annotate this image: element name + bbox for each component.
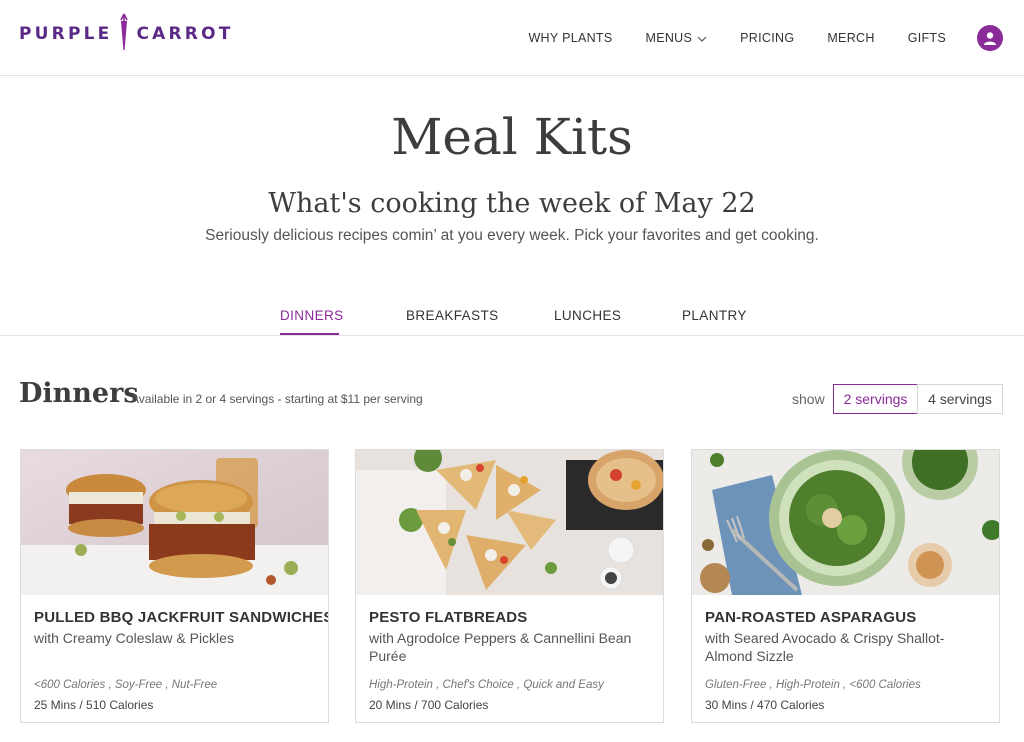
recipe-card[interactable]: PULLED BBQ JACKFRUIT SANDWICHES with Cre… [20, 449, 329, 723]
hero-description: Seriously delicious recipes comin’ at yo… [205, 227, 819, 244]
recipe-title[interactable]: PAN-ROASTED ASPARAGUS [705, 609, 916, 626]
nav-menus[interactable]: MENUS [646, 31, 708, 45]
carrot-icon [118, 12, 130, 56]
recipe-time-calories: 20 Mins / 700 Calories [369, 698, 489, 712]
user-icon[interactable] [977, 25, 1003, 51]
show-label: show [792, 391, 825, 407]
recipe-subtitle: with Seared Avocado & Crispy Shallot-Alm… [705, 630, 945, 664]
logo-word-right: CARROT [136, 24, 234, 44]
recipe-subtitle: with Agrodolce Peppers & Cannellini Bean… [369, 630, 632, 664]
nav-pricing[interactable]: PRICING [740, 31, 794, 45]
recipe-card[interactable]: PAN-ROASTED ASPARAGUS with Seared Avocad… [691, 449, 1000, 723]
tab-breakfasts[interactable]: BREAKFASTS [406, 308, 499, 323]
two-servings-button[interactable]: 2 servings [833, 384, 918, 414]
page-title: Meal Kits [391, 108, 633, 166]
nav-merch[interactable]: MERCH [827, 31, 874, 45]
recipe-image-pan-roasted-asparagus[interactable] [692, 450, 999, 595]
site-header: PURPLE CARROT WHY PLANTS MENUS PRICING M… [0, 0, 1024, 76]
nav-menus-label: MENUS [645, 31, 693, 45]
meal-tabs: DINNERS BREAKFASTS LUNCHES PLANTRY [0, 298, 1024, 336]
recipe-image-jackfruit-sandwiches[interactable] [21, 450, 328, 595]
main-nav: WHY PLANTS MENUS PRICING MERCH GIFTS [528, 0, 1024, 76]
tab-plantry[interactable]: PLANTRY [682, 308, 747, 323]
recipe-tags: High-Protein , Chef's Choice , Quick and… [369, 679, 604, 691]
tab-dinners[interactable]: DINNERS [280, 308, 344, 323]
week-heading: What's cooking the week of May 22 [268, 188, 756, 219]
active-tab-indicator [280, 333, 339, 335]
recipe-tags: <600 Calories , Soy-Free , Nut-Free [34, 679, 218, 691]
tab-lunches[interactable]: LUNCHES [554, 308, 621, 323]
nav-why-plants[interactable]: WHY PLANTS [528, 31, 612, 45]
section-title: Dinners [19, 378, 139, 409]
servings-note: Available in 2 or 4 servings - starting … [131, 392, 423, 406]
chevron-down-icon [697, 31, 707, 45]
recipe-title[interactable]: PULLED BBQ JACKFRUIT SANDWICHES [34, 609, 328, 626]
recipe-tags: Gluten-Free , High-Protein , <600 Calori… [705, 679, 921, 691]
logo-word-left: PURPLE [19, 24, 113, 44]
recipe-image-pesto-flatbreads[interactable] [356, 450, 663, 595]
recipe-subtitle: with Creamy Coleslaw & Pickles [34, 630, 234, 646]
recipe-time-calories: 25 Mins / 510 Calories [34, 698, 154, 712]
nav-gifts[interactable]: GIFTS [908, 31, 946, 45]
recipe-title[interactable]: PESTO FLATBREADS [369, 609, 528, 626]
recipe-card[interactable]: PESTO FLATBREADS with Agrodolce Peppers … [355, 449, 664, 723]
recipe-time-calories: 30 Mins / 470 Calories [705, 698, 825, 712]
purple-carrot-logo[interactable]: PURPLE CARROT [19, 12, 234, 56]
four-servings-button[interactable]: 4 servings [917, 384, 1003, 414]
